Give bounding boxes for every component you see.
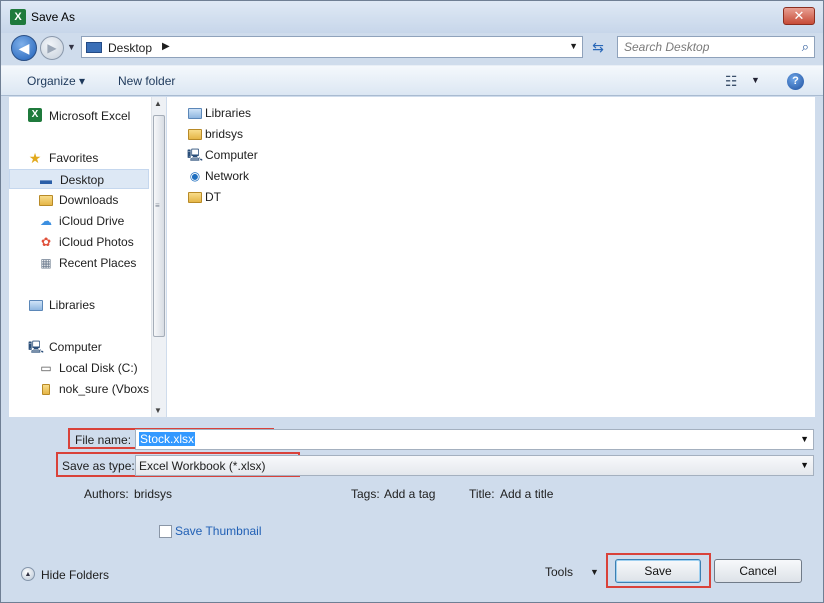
view-options-icon[interactable]: ☷ [725, 73, 738, 90]
computer-icon: 🖳 [28, 340, 45, 354]
file-item-label: DT [205, 190, 221, 204]
sidebar-item-downloads[interactable]: Downloads [9, 190, 149, 210]
user-folder-icon [187, 126, 203, 142]
chevron-down-icon[interactable]: ▼ [800, 460, 809, 470]
refresh-icon[interactable]: ⇆ [587, 37, 609, 57]
chevron-down-icon[interactable]: ▼ [800, 434, 809, 444]
recent-places-icon: ▦ [40, 256, 52, 270]
downloads-folder-icon [38, 192, 54, 208]
computer-icon: 🖳 [187, 148, 204, 162]
search-input[interactable] [622, 39, 792, 55]
sidebar-item-icloud-drive[interactable]: ☁ iCloud Drive [9, 211, 149, 231]
new-folder-button[interactable]: New folder [118, 74, 175, 88]
file-name-label: File name: [75, 433, 132, 447]
photos-icon: ✿ [40, 235, 52, 249]
title-bar: X Save As ✕ [1, 1, 823, 33]
file-item-label: Libraries [205, 106, 252, 120]
sidebar-item-label: iCloud Drive [59, 214, 125, 228]
save-thumbnail-checkbox[interactable] [159, 525, 172, 538]
star-icon: ★ [28, 150, 42, 166]
cancel-button[interactable]: Cancel [714, 559, 802, 583]
navigation-pane: X Microsoft Excel ★ Favorites ▬ Desktop … [9, 97, 166, 417]
address-location[interactable]: Desktop [108, 41, 152, 55]
title-value[interactable]: Add a title [500, 487, 553, 501]
save-thumbnail-label[interactable]: Save Thumbnail [175, 524, 262, 538]
excel-icon: X [28, 108, 42, 122]
sidebar-item-label: nok_sure (Vboxsv [59, 382, 149, 396]
desktop-icon [86, 42, 102, 53]
address-row: ◀ ▶ ▼ Desktop ▶ ▼ ⇆ ⌕ [1, 33, 823, 61]
sidebar-item-icloud-photos[interactable]: ✿ iCloud Photos [9, 232, 149, 252]
sidebar-item-label: Microsoft Excel [49, 109, 131, 123]
help-icon[interactable]: ? [787, 73, 804, 90]
organize-button[interactable]: Organize ▾ [27, 74, 85, 88]
file-name-field[interactable]: Stock.xlsx ▼ [135, 429, 814, 450]
icloud-icon: ☁ [40, 214, 52, 228]
sidebar-scrollbar[interactable]: ▲ ≡ ▼ [151, 97, 166, 417]
view-dropdown[interactable]: ▼ [751, 75, 760, 85]
search-box[interactable]: ⌕ [617, 36, 815, 58]
authors-value[interactable]: bridsys [134, 487, 172, 501]
save-as-dialog: X Save As ✕ ◀ ▶ ▼ Desktop ▶ ▼ ⇆ ⌕ Organi… [0, 0, 824, 603]
sidebar-item-libraries[interactable]: Libraries [9, 295, 149, 315]
scroll-down-icon[interactable]: ▼ [154, 406, 162, 415]
hide-folders-icon[interactable]: ▲ [21, 567, 35, 581]
back-button[interactable]: ◀ [11, 35, 37, 61]
network-drive-icon [38, 381, 54, 397]
tools-dropdown-icon[interactable]: ▼ [590, 567, 599, 577]
scroll-grip-icon: ≡ [155, 201, 160, 210]
save-button[interactable]: Save [615, 559, 701, 583]
sidebar-item-microsoft-excel[interactable]: X Microsoft Excel [9, 106, 149, 126]
command-bar: Organize ▾ New folder ☷ ▼ ? [1, 65, 823, 96]
sidebar-item-local-disk[interactable]: ▭ Local Disk (C:) [9, 358, 149, 378]
hide-folders-button[interactable]: Hide Folders [41, 568, 109, 582]
title-label: Title: [469, 487, 495, 501]
sidebar-item-label: iCloud Photos [59, 235, 134, 249]
search-icon[interactable]: ⌕ [802, 39, 809, 55]
scroll-up-icon[interactable]: ▲ [154, 99, 162, 108]
file-item-label: Computer [205, 148, 258, 162]
file-list: Libraries bridsys 🖳 Computer ◉ Network D… [167, 97, 815, 417]
network-icon: ◉ [189, 169, 201, 183]
window-title: Save As [31, 10, 76, 24]
address-bar[interactable]: Desktop ▶ ▼ [81, 36, 583, 58]
sidebar-item-network-drive[interactable]: nok_sure (Vboxsv [9, 379, 149, 399]
authors-label: Authors: [84, 487, 129, 501]
sidebar-item-label: Libraries [49, 298, 96, 312]
address-dropdown[interactable]: ▼ [569, 41, 578, 51]
recent-pages-dropdown[interactable]: ▼ [67, 42, 76, 52]
excel-icon: X [10, 9, 26, 25]
tags-label: Tags: [351, 487, 380, 501]
libraries-icon [187, 105, 203, 121]
close-button[interactable]: ✕ [783, 7, 815, 25]
save-type-select[interactable]: Excel Workbook (*.xlsx) ▼ [135, 455, 814, 476]
disk-icon: ▭ [40, 361, 52, 375]
sidebar-item-label: Favorites [49, 151, 99, 165]
breadcrumb-arrow-icon[interactable]: ▶ [162, 41, 170, 52]
save-type-value: Excel Workbook (*.xlsx) [139, 459, 266, 473]
libraries-icon [28, 297, 44, 313]
file-item-label: bridsys [205, 127, 244, 141]
sidebar-item-label: Recent Places [59, 256, 137, 270]
sidebar-item-computer[interactable]: 🖳 Computer [9, 337, 149, 357]
sidebar-item-label: Computer [49, 340, 102, 354]
forward-button[interactable]: ▶ [40, 36, 64, 60]
sidebar-item-label: Local Disk (C:) [59, 361, 138, 375]
sidebar-item-desktop[interactable]: ▬ Desktop [9, 169, 149, 189]
scrollbar-thumb[interactable] [153, 115, 165, 337]
file-name-input[interactable]: Stock.xlsx [139, 432, 196, 446]
folder-icon [187, 189, 203, 205]
desktop-icon: ▬ [40, 173, 52, 187]
sidebar-item-label: Desktop [60, 173, 105, 187]
file-item-label: Network [205, 169, 250, 183]
tags-value[interactable]: Add a tag [384, 487, 435, 501]
sidebar-item-recent-places[interactable]: ▦ Recent Places [9, 253, 149, 273]
save-type-label: Save as type: [62, 459, 135, 473]
tools-button[interactable]: Tools [545, 565, 573, 579]
sidebar-item-favorites[interactable]: ★ Favorites [9, 148, 149, 168]
sidebar-item-label: Downloads [59, 193, 119, 207]
